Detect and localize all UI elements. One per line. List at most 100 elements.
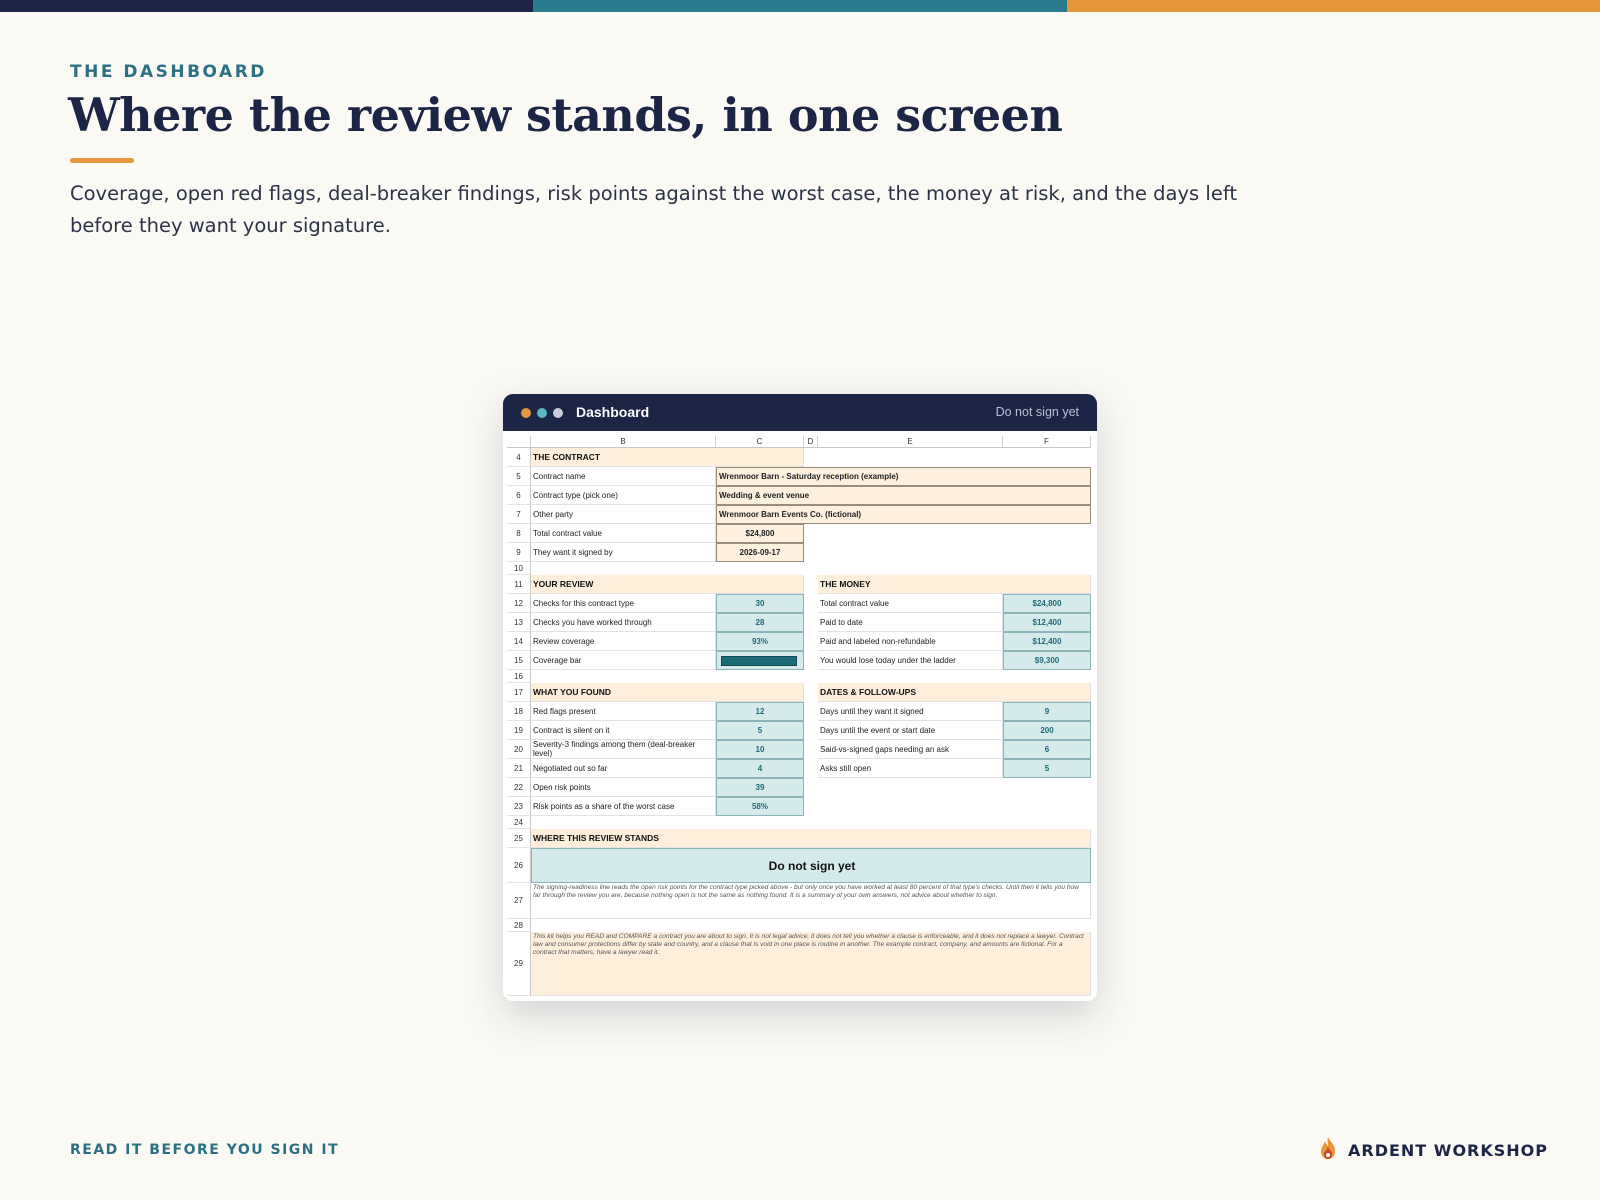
contract-type-select[interactable]: Wedding & event venue (716, 486, 1091, 505)
days-event-label: Days until the event or start date (818, 721, 1003, 740)
worked-value: 28 (716, 613, 804, 632)
paid-value: $12,400 (1003, 613, 1091, 632)
contract-name-label: Contract name (531, 467, 716, 486)
risk-share-value: 58% (716, 797, 804, 816)
row-number[interactable]: 27 (507, 883, 531, 919)
column-header-b[interactable]: B (531, 436, 716, 448)
readiness-note: The signing-readiness line reads the ope… (531, 883, 1091, 919)
column-header-f[interactable]: F (1003, 436, 1091, 448)
other-party-input[interactable]: Wrenmoor Barn Events Co. (fictional) (716, 505, 1091, 524)
row-number[interactable]: 11 (507, 575, 531, 594)
row-number[interactable]: 17 (507, 683, 531, 702)
row-number[interactable]: 29 (507, 932, 531, 996)
row-number[interactable]: 24 (507, 816, 531, 829)
gaps-label: Said-vs-signed gaps needing an ask (818, 740, 1003, 759)
lose-today-label: You would lose today under the ladder (818, 651, 1003, 670)
row-number[interactable]: 28 (507, 919, 531, 932)
row-number[interactable]: 16 (507, 670, 531, 683)
lose-today-value: $9,300 (1003, 651, 1091, 670)
sign-by-input[interactable]: 2026-09-17 (716, 543, 804, 562)
row-number[interactable]: 12 (507, 594, 531, 613)
money-total-value: $24,800 (1003, 594, 1091, 613)
spreadsheet: B C D E F 4 5 6 7 8 9 10 11 12 13 14 15 … (507, 436, 1097, 996)
silent-label: Contract is silent on it (531, 721, 716, 740)
row-number[interactable]: 10 (507, 562, 531, 575)
dashboard-window: Dashboard Do not sign yet B C D E F 4 5 … (503, 394, 1097, 1001)
coverage-label: Review coverage (531, 632, 716, 651)
risk-points-value: 39 (716, 778, 804, 797)
row-number[interactable]: 23 (507, 797, 531, 816)
section-header-found: WHAT YOU FOUND (531, 683, 804, 702)
row-number[interactable]: 18 (507, 702, 531, 721)
title-underline (70, 158, 134, 163)
asks-open-value: 5 (1003, 759, 1091, 778)
window-titlebar: Dashboard Do not sign yet (503, 394, 1097, 431)
row-number[interactable]: 26 (507, 848, 531, 883)
checks-value: 30 (716, 594, 804, 613)
brand-name: ARDENT WORKSHOP (1348, 1140, 1548, 1160)
days-sign-label: Days until they want it signed (818, 702, 1003, 721)
footer-tagline: READ IT BEFORE YOU SIGN IT (70, 1142, 340, 1158)
contract-name-input[interactable]: Wrenmoor Barn - Saturday reception (exam… (716, 467, 1091, 486)
row-number[interactable]: 4 (507, 448, 531, 467)
row-number[interactable]: 13 (507, 613, 531, 632)
window-dot-teal[interactable] (537, 408, 547, 418)
corner-cell[interactable] (507, 436, 531, 448)
section-header-review: YOUR REVIEW (531, 575, 804, 594)
section-header-stands: WHERE THIS REVIEW STANDS (531, 829, 1091, 848)
nonrefundable-value: $12,400 (1003, 632, 1091, 651)
negotiated-label: Negotiated out so far (531, 759, 716, 778)
page-subtitle: Coverage, open red flags, deal-breaker f… (70, 182, 1237, 237)
column-header-d[interactable]: D (804, 436, 818, 448)
risk-share-label: Risk points as a share of the worst case (531, 797, 716, 816)
row-number[interactable]: 22 (507, 778, 531, 797)
window-title: Dashboard (576, 404, 650, 420)
eyebrow: THE DASHBOARD (70, 62, 267, 82)
column-header-e[interactable]: E (818, 436, 1003, 448)
days-sign-value: 9 (1003, 702, 1091, 721)
verdict-banner: Do not sign yet (531, 848, 1091, 883)
brand: ARDENT WORKSHOP (1318, 1136, 1548, 1164)
coverage-bar-label: Coverage bar (531, 651, 716, 670)
row-number[interactable]: 9 (507, 543, 531, 562)
coverage-bar-cell (716, 651, 804, 670)
row-number[interactable]: 25 (507, 829, 531, 848)
row-number[interactable]: 8 (507, 524, 531, 543)
sign-by-label: They want it signed by (531, 543, 716, 562)
row-number[interactable]: 21 (507, 759, 531, 778)
money-total-label: Total contract value (818, 594, 1003, 613)
severity3-value: 10 (716, 740, 804, 759)
gaps-value: 6 (1003, 740, 1091, 759)
column-header-c[interactable]: C (716, 436, 804, 448)
severity3-label: Severity-3 findings among them (deal-bre… (531, 740, 716, 759)
disclaimer-note: This kit helps you READ and COMPARE a co… (531, 932, 1091, 996)
top-accent-bar (0, 0, 1600, 12)
row-number[interactable]: 6 (507, 486, 531, 505)
page-title: Where the review stands, in one screen (68, 88, 1063, 142)
flame-icon (1318, 1136, 1338, 1164)
coverage-value: 93% (716, 632, 804, 651)
red-flags-value: 12 (716, 702, 804, 721)
section-header-dates: DATES & FOLLOW-UPS (818, 683, 1091, 702)
row-number[interactable]: 7 (507, 505, 531, 524)
row-number[interactable]: 15 (507, 651, 531, 670)
checks-label: Checks for this contract type (531, 594, 716, 613)
asks-open-label: Asks still open (818, 759, 1003, 778)
paid-label: Paid to date (818, 613, 1003, 632)
days-event-value: 200 (1003, 721, 1091, 740)
row-number[interactable]: 5 (507, 467, 531, 486)
risk-points-label: Open risk points (531, 778, 716, 797)
other-party-label: Other party (531, 505, 716, 524)
contract-type-label: Contract type (pick one) (531, 486, 716, 505)
window-dot-gray[interactable] (553, 408, 563, 418)
row-number[interactable]: 20 (507, 740, 531, 759)
contract-value-input[interactable]: $24,800 (716, 524, 804, 543)
section-header-contract: THE CONTRACT (531, 448, 804, 467)
coverage-bar-fill (721, 655, 797, 666)
window-status: Do not sign yet (995, 405, 1079, 419)
silent-value: 5 (716, 721, 804, 740)
window-dot-orange[interactable] (521, 408, 531, 418)
row-number[interactable]: 19 (507, 721, 531, 740)
nonrefundable-label: Paid and labeled non-refundable (818, 632, 1003, 651)
row-number[interactable]: 14 (507, 632, 531, 651)
